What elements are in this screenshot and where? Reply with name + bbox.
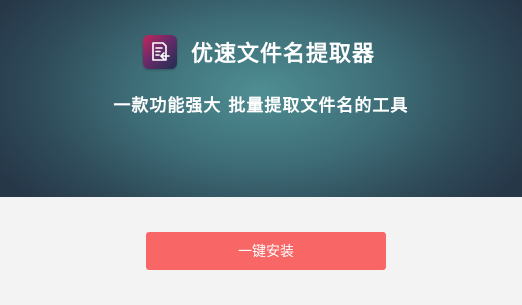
- title-row: 优速文件名提取器: [0, 34, 522, 70]
- document-arrow-left-icon: [152, 42, 170, 61]
- install-button[interactable]: 一键安装: [146, 232, 386, 270]
- app-subtitle: 一款功能强大 批量提取文件名的工具: [113, 96, 409, 116]
- hero-banner: 优速文件名提取器 一款功能强大 批量提取文件名的工具: [0, 0, 522, 197]
- app-title: 优速文件名提取器: [190, 42, 375, 67]
- app-logo-icon: [142, 35, 177, 69]
